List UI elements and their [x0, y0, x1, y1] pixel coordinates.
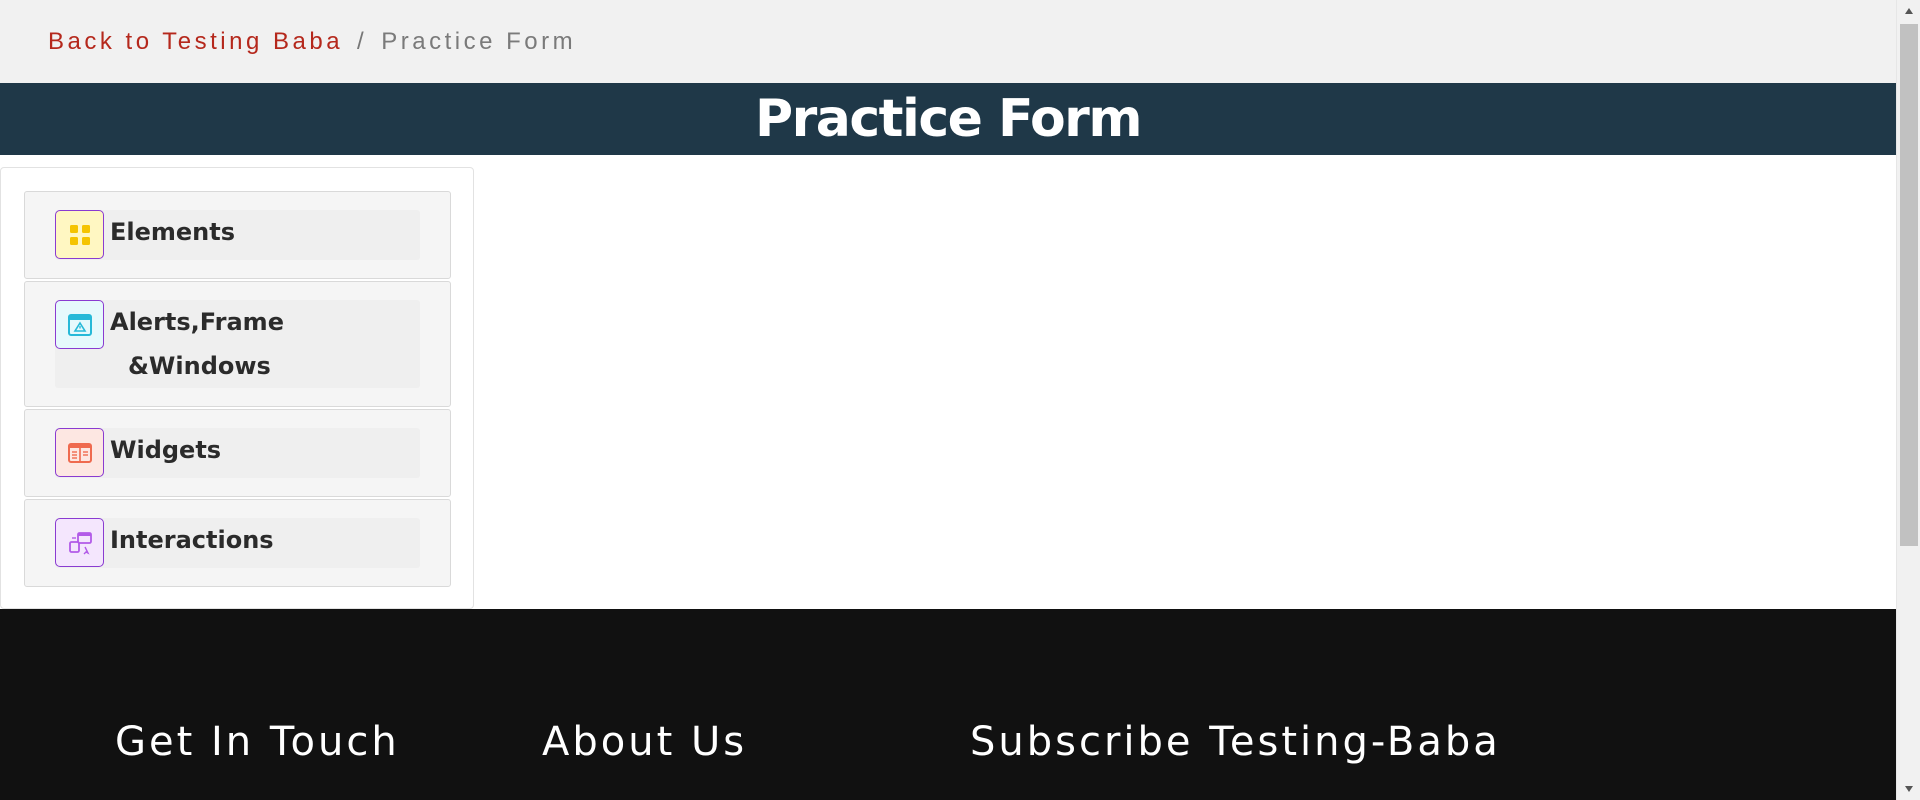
breadcrumb-separator: / — [357, 27, 368, 55]
sidebar-item-label-line2: &Windows — [128, 352, 271, 380]
scrollbar-thumb[interactable] — [1900, 24, 1918, 546]
sidebar-item-label: Elements — [110, 218, 236, 246]
browser-window-icon — [55, 300, 104, 349]
footer-heading-get-in-touch: Get In Touch — [115, 719, 400, 765]
vertical-scrollbar[interactable] — [1896, 0, 1920, 800]
breadcrumb: Back to Testing Baba / Practice Form — [0, 0, 1896, 83]
page-title: Practice Form — [754, 89, 1143, 149]
footer: Get In Touch About Us Subscribe Testing-… — [0, 609, 1896, 800]
sidebar-menu: Elements Alerts,Frame &Windows Widgets I… — [0, 167, 474, 609]
sidebar-item-elements[interactable]: Elements — [24, 191, 451, 279]
footer-heading-subscribe: Subscribe Testing-Baba — [970, 719, 1501, 765]
interaction-icon — [55, 518, 104, 567]
sidebar-item-interactions[interactable]: Interactions — [24, 499, 451, 587]
grid-icon — [55, 210, 104, 259]
sidebar-item-header[interactable]: Alerts,Frame &Windows — [55, 300, 420, 388]
sidebar-item-header[interactable]: Interactions — [55, 518, 420, 568]
back-to-testing-baba-link[interactable]: Back to Testing Baba — [48, 28, 343, 56]
scroll-down-arrow-icon[interactable] — [1897, 778, 1920, 800]
sidebar-item-label: Alerts,Frame &Windows — [110, 300, 310, 388]
sidebar-item-label-line1: Alerts,Frame — [110, 308, 284, 336]
breadcrumb-current: Practice Form — [381, 27, 577, 55]
scroll-up-arrow-icon[interactable] — [1897, 0, 1920, 22]
main-content: Elements Alerts,Frame &Windows Widgets I… — [0, 155, 1896, 609]
page-title-bar: Practice Form — [0, 83, 1896, 155]
widget-panel-icon — [55, 428, 104, 477]
sidebar-item-widgets[interactable]: Widgets — [24, 409, 451, 497]
page-viewport: Back to Testing Baba / Practice Form Pra… — [0, 0, 1896, 800]
sidebar-item-label: Interactions — [110, 526, 274, 554]
sidebar-item-alerts-frame-windows[interactable]: Alerts,Frame &Windows — [24, 281, 451, 407]
sidebar-item-label: Widgets — [110, 436, 222, 464]
sidebar-item-header[interactable]: Elements — [55, 210, 420, 260]
footer-heading-about-us: About Us — [542, 719, 748, 765]
sidebar-item-header[interactable]: Widgets — [55, 428, 420, 478]
